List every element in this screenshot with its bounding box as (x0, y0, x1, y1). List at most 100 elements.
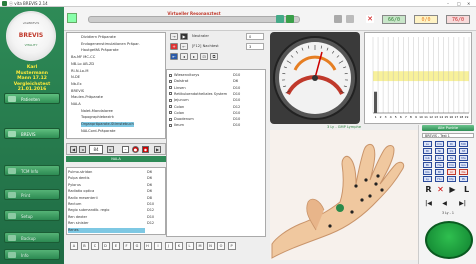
forward-button[interactable]: ▶ (154, 146, 161, 153)
list-item[interactable]: Regio submandib. regio (68, 208, 109, 213)
list-item[interactable]: Ren sinister (68, 221, 89, 226)
list-item[interactable]: Rectum (68, 202, 81, 207)
stop-icon[interactable]: ● (132, 146, 139, 153)
alphabet-key[interactable]: J (164, 242, 173, 250)
meridian-label[interactable]: Mi (423, 162, 432, 168)
step-next-button[interactable]: ▸ (107, 146, 114, 153)
alphabet-key[interactable]: N (206, 242, 215, 250)
filter-icon[interactable]: ⇤ (170, 53, 178, 60)
tree-item[interactable]: Endogenenstimulationen Präpar. (81, 42, 140, 47)
meridian-label[interactable]: 3E (459, 148, 468, 154)
alphabet-key[interactable]: P (227, 242, 236, 250)
checkbox[interactable] (169, 123, 172, 127)
result-item[interactable]: Retikuloendotheliales System (169, 91, 227, 97)
delete-icon[interactable]: ✕ (366, 15, 374, 23)
save-icon[interactable] (346, 15, 354, 23)
checkbox[interactable] (169, 92, 172, 96)
link-icon[interactable] (276, 15, 284, 23)
meridian-label[interactable]: Ly (423, 176, 432, 182)
result-item[interactable]: Linsen (169, 85, 186, 91)
result-item[interactable]: Colon (169, 104, 184, 110)
nav-setup-button[interactable]: Setup (4, 210, 60, 221)
minus-button[interactable]: – (122, 146, 129, 153)
tree-item[interactable]: NALA (71, 102, 81, 107)
back-arrow-icon[interactable]: ← (180, 43, 188, 50)
tree-item[interactable]: BREVIS (71, 89, 84, 94)
record-icon[interactable]: ◉ (142, 146, 149, 153)
meridian-label[interactable]: Ni (435, 148, 444, 154)
result-item[interactable]: Jejunum (169, 97, 189, 103)
nav-print-button[interactable]: Print (4, 189, 60, 200)
lock-icon[interactable] (334, 15, 342, 23)
alphabet-key[interactable]: H (143, 242, 152, 250)
grid-icon[interactable] (67, 13, 77, 23)
nav-tcm-info-button[interactable]: TCM Info (4, 165, 60, 176)
copy-icon[interactable]: ⧉ (210, 53, 218, 60)
list-item[interactable]: Radiatio optica (68, 189, 94, 194)
preparation-tree[interactable]: Dividiern Präparate Endogenenstimulatione… (66, 32, 166, 139)
meridian-label[interactable]: GG (459, 162, 468, 168)
test-select[interactable]: BREVIS - Test 1 (422, 133, 474, 138)
list-item[interactable]: Pylorus (68, 183, 81, 188)
maximize-button[interactable]: □ (457, 1, 461, 6)
meridian-label[interactable]: Bl (423, 148, 432, 154)
checkbox[interactable] (169, 117, 172, 121)
tree-item[interactable]: Maulen-Präparate (71, 95, 103, 100)
stepper-value[interactable]: 84 (89, 145, 103, 154)
checkbox[interactable] (169, 105, 172, 108)
meridian-label[interactable]: Dü (447, 162, 456, 168)
play-button[interactable]: ▶ (447, 185, 458, 195)
nav-patients-button[interactable]: Patienten (4, 93, 60, 104)
checkbox[interactable] (169, 86, 172, 90)
result-item[interactable]: Duodenum (169, 116, 194, 122)
checkbox[interactable] (169, 79, 172, 83)
minimize-button[interactable]: – (447, 1, 449, 6)
tree-item[interactable]: Nb-Ex (71, 82, 82, 87)
step-back-button[interactable]: ◀ (70, 146, 77, 153)
tree-item[interactable]: NALCord-Präparate (81, 129, 115, 134)
meridian-label[interactable]: Ar (447, 169, 456, 175)
last-button[interactable]: ▶| (457, 199, 468, 209)
clear-button[interactable]: ✕ (435, 185, 446, 195)
meridian-label[interactable]: Ne (459, 169, 468, 175)
meridian-label[interactable]: He (435, 162, 444, 168)
meridian-label[interactable]: Bl (435, 169, 444, 175)
left-arrow-icon[interactable]: ◂ (180, 53, 188, 60)
left-hand-button[interactable]: L (461, 185, 472, 195)
nav-info-button[interactable]: Info (4, 249, 60, 260)
right-hand-button[interactable]: R (423, 185, 434, 195)
alphabet-key[interactable]: K (175, 242, 183, 250)
checkbox[interactable] (169, 98, 172, 102)
meridian-label[interactable]: Le (435, 155, 444, 161)
meridian-label[interactable]: Fa (447, 155, 456, 161)
results-list[interactable]: Wiesenvitorys D10 Dalstrat D6 Linsen D10 Retik… (166, 69, 266, 237)
tree-item[interactable]: NB-Lo AB-ZD (71, 62, 94, 67)
meridian-label[interactable]: MD (459, 141, 468, 147)
nav-backup-button[interactable]: Backup (4, 232, 60, 243)
meridian-label[interactable]: Hu (435, 176, 444, 182)
nav-brevis-button[interactable]: BREVIS (4, 128, 60, 139)
alphabet-key[interactable]: M (196, 242, 204, 250)
meridian-label[interactable]: Dü (435, 141, 444, 147)
first-button[interactable]: |◀ (423, 199, 434, 209)
expand-icon[interactable]: ⊡ (200, 53, 208, 60)
meridian-label[interactable]: Mp (447, 176, 456, 182)
result-item[interactable]: Dalstrat (169, 78, 188, 84)
result-item[interactable]: Ileum (169, 122, 184, 128)
step-prev-button[interactable]: ◂ (79, 146, 86, 153)
arrow-right-icon[interactable]: → (170, 33, 178, 40)
list-item[interactable]: Pulpa dentis (68, 176, 89, 181)
alphabet-key[interactable]: B (80, 242, 89, 250)
test-code-field[interactable]: 3 (246, 43, 264, 50)
meridian-label[interactable]: Di (447, 141, 456, 147)
tree-item[interactable]: Hautgefäß Präparate (81, 48, 119, 53)
tree-item[interactable]: Dividiern Präparate (81, 35, 116, 40)
meridian-label[interactable]: Ma (459, 155, 468, 161)
tree-item[interactable]: Topographiebezirk (81, 115, 114, 120)
result-item[interactable]: Colon (169, 110, 184, 116)
alphabet-key[interactable]: G (133, 242, 141, 250)
checkbox[interactable] (169, 111, 172, 115)
tree-item[interactable]: RI-N-Lo-M (71, 69, 88, 74)
tree-item[interactable]: N-DE (71, 75, 80, 80)
meridian-label[interactable]: Gb (423, 155, 432, 161)
